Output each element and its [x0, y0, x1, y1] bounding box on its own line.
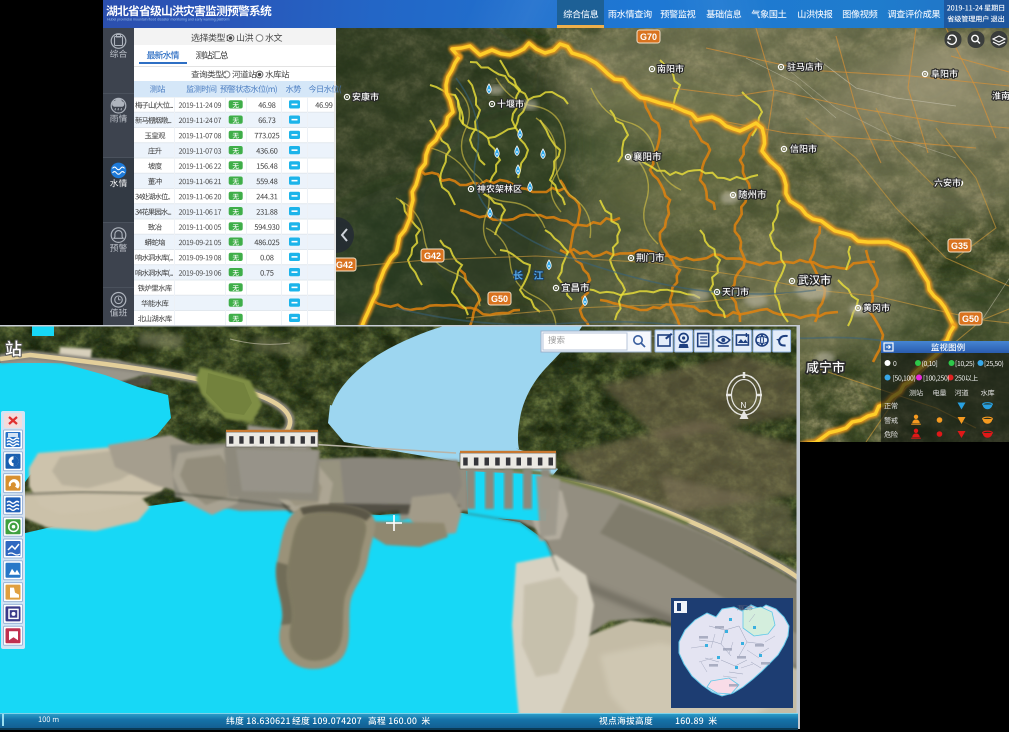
svg-text:G50: G50 — [962, 314, 979, 324]
svg-text:G42: G42 — [336, 260, 353, 270]
svg-text:N: N — [741, 401, 747, 410]
svg-text:G35: G35 — [951, 241, 968, 251]
svg-text:G42: G42 — [424, 251, 441, 261]
svg-text:G70: G70 — [640, 32, 657, 42]
svg-text:G50: G50 — [491, 294, 508, 304]
